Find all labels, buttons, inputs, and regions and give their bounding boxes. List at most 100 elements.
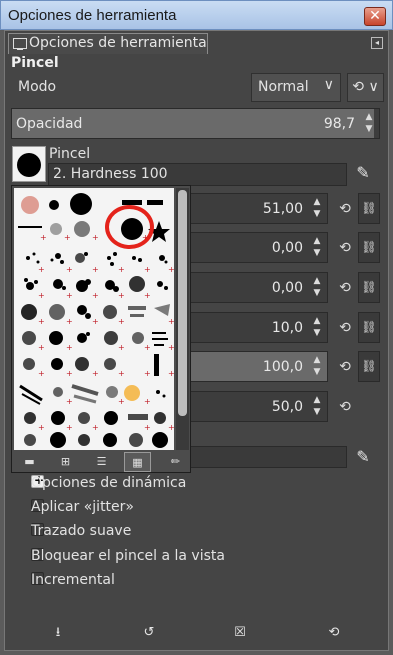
- chain-link-icon[interactable]: ⛓: [358, 312, 380, 343]
- window-titlebar: Opciones de herramienta ✕: [0, 0, 393, 30]
- mode-switch-button[interactable]: ⟲ ∨: [347, 73, 384, 102]
- bottom-toolbar: ⭳ ↺ ☒ ⟲: [6, 621, 387, 645]
- brush-label: Pincel: [49, 146, 91, 162]
- chevron-down-icon: ∨: [323, 77, 334, 93]
- view-as-list-button[interactable]: ☰: [88, 452, 115, 472]
- option-checkbox-row[interactable]: Bloquear el pincel a la vista: [12, 548, 312, 568]
- mode-value: Normal: [258, 79, 309, 95]
- slider-value: 0,00: [271, 240, 303, 256]
- reset-icon[interactable]: ⟲: [336, 398, 354, 416]
- svg-text:+: +: [92, 423, 99, 432]
- svg-text:+: +: [144, 423, 151, 432]
- spin-arrows-icon[interactable]: ▲ ▼: [310, 394, 324, 419]
- scrollbar-thumb[interactable]: [178, 190, 187, 416]
- brush-grid-scrollbar[interactable]: [176, 188, 189, 450]
- option-checkbox-row[interactable]: Aplicar «jitter»: [12, 499, 312, 519]
- option-checkbox-row[interactable]: Incremental: [12, 572, 312, 592]
- svg-text:+: +: [38, 291, 45, 300]
- delete-options-button[interactable]: ☒: [230, 623, 250, 643]
- checkbox-label: Trazado suave: [31, 523, 132, 539]
- svg-text:+: +: [66, 423, 73, 432]
- mode-label: Modo: [18, 79, 57, 95]
- spin-arrows-icon[interactable]: ▲ ▼: [310, 275, 324, 300]
- slider-fill: [176, 352, 327, 381]
- tab-tool-options[interactable]: Opciones de herramienta: [8, 33, 208, 54]
- svg-text:+: +: [144, 343, 151, 352]
- open-brush-editor-button[interactable]: ✏: [162, 452, 189, 472]
- opacity-slider[interactable]: Opacidad 98,7 ▲ ▼: [11, 108, 380, 139]
- svg-text:+: +: [118, 317, 125, 326]
- reset-options-button[interactable]: ⟲: [324, 623, 344, 643]
- brush-setting-slider[interactable]: 100,0 ▲ ▼: [175, 351, 328, 382]
- slider-value: 50,0: [271, 399, 303, 415]
- brush-picker-popup: + + + + + + + + + + + + + + + + + + + + + + + + + + + + + + + + + +…: [11, 185, 191, 473]
- brush-setting-slider[interactable]: 0,00 ▲ ▼: [175, 272, 328, 303]
- svg-text:+: +: [144, 291, 151, 300]
- brush-preview-button[interactable]: [12, 146, 46, 182]
- brush-name-field[interactable]: 2. Hardness 100: [48, 163, 347, 186]
- preset-name-field[interactable]: [176, 446, 347, 468]
- svg-text:+: +: [118, 291, 125, 300]
- larger-previews-button[interactable]: ⊞: [52, 452, 79, 472]
- spin-arrows-icon[interactable]: ▲ ▼: [362, 111, 376, 136]
- chain-link-icon[interactable]: ⛓: [358, 232, 380, 263]
- svg-text:+: +: [38, 265, 45, 274]
- brush-thumb-line-2[interactable]: [147, 200, 163, 205]
- reset-icon[interactable]: ⟲: [336, 239, 354, 257]
- opacity-value: 98,7: [323, 116, 355, 132]
- option-checkbox-row[interactable]: Trazado suave: [12, 523, 312, 543]
- reset-icon[interactable]: ⟲: [336, 319, 354, 337]
- restore-options-button[interactable]: ↺: [139, 623, 159, 643]
- svg-text:+: +: [66, 317, 73, 326]
- brush-thumb-hard-large[interactable]: [70, 193, 92, 215]
- brush-thumb-soft-2[interactable]: [74, 221, 90, 237]
- spin-arrows-icon[interactable]: ▲ ▼: [310, 315, 324, 340]
- edit-brush-button[interactable]: ✎: [351, 161, 375, 185]
- brush-setting-slider[interactable]: 10,0 ▲ ▼: [175, 312, 328, 343]
- svg-text:+: +: [40, 233, 47, 242]
- close-window-button[interactable]: ✕: [364, 7, 386, 26]
- brush-setting-slider[interactable]: 50,0 ▲ ▼: [175, 391, 328, 422]
- mode-row: Modo Normal ∨ ⟲ ∨: [11, 73, 384, 103]
- spin-arrows-icon[interactable]: ▲ ▼: [310, 196, 324, 221]
- brush-thumb-glow[interactable]: [124, 385, 140, 401]
- brush-thumb-small[interactable]: [49, 200, 59, 210]
- svg-text:+: +: [92, 265, 99, 274]
- tool-name-heading: Pincel: [11, 55, 59, 71]
- brush-setting-slider[interactable]: 51,00 ▲ ▼: [175, 193, 328, 224]
- edit-dynamics-button[interactable]: ✎: [351, 445, 375, 469]
- svg-text:+: +: [144, 265, 151, 274]
- svg-text:+: +: [168, 265, 174, 274]
- smaller-previews-button[interactable]: ▬: [16, 452, 43, 472]
- spin-arrows-icon[interactable]: ▲ ▼: [310, 235, 324, 260]
- chain-link-icon[interactable]: ⛓: [358, 272, 380, 303]
- mode-dropdown[interactable]: Normal ∨: [251, 73, 341, 102]
- brush-setting-slider[interactable]: 0,00 ▲ ▼: [175, 232, 328, 263]
- chain-link-icon[interactable]: ⛓: [358, 193, 380, 224]
- svg-text:+: +: [66, 397, 73, 406]
- brush-thumb-soft[interactable]: [50, 223, 62, 235]
- svg-text:+: +: [92, 291, 99, 300]
- spin-arrows-icon[interactable]: ▲ ▼: [310, 354, 324, 379]
- view-as-grid-button[interactable]: ▦: [124, 452, 151, 472]
- svg-text:+: +: [64, 233, 71, 242]
- chain-link-icon[interactable]: ⛓: [358, 351, 380, 382]
- checkbox-label: Aplicar «jitter»: [31, 499, 134, 515]
- opacity-label: Opacidad: [16, 116, 83, 132]
- slider-value: 0,00: [271, 280, 303, 296]
- brush-thumb-thin-line[interactable]: [18, 226, 42, 228]
- brush-thumb-spray[interactable]: [21, 196, 39, 214]
- svg-text:+: +: [66, 369, 73, 378]
- tab-menu-button[interactable]: ◂: [371, 37, 383, 49]
- reset-icon[interactable]: ⟲: [336, 279, 354, 297]
- svg-text:+: +: [118, 265, 125, 274]
- save-options-button[interactable]: ⭳: [48, 623, 68, 643]
- checkbox-label: Incremental: [31, 572, 115, 588]
- brush-popup-toolbar: ▬ ⊞ ☰ ▦ ✏: [14, 452, 190, 472]
- checkbox-label: Opciones de dinámica: [31, 475, 187, 491]
- svg-text:+: +: [92, 233, 99, 242]
- dynamics-options-expander[interactable]: Opciones de dinámica: [12, 473, 312, 495]
- reset-icon[interactable]: ⟲: [336, 358, 354, 376]
- reset-icon[interactable]: ⟲: [336, 200, 354, 218]
- slider-value: 51,00: [262, 201, 303, 217]
